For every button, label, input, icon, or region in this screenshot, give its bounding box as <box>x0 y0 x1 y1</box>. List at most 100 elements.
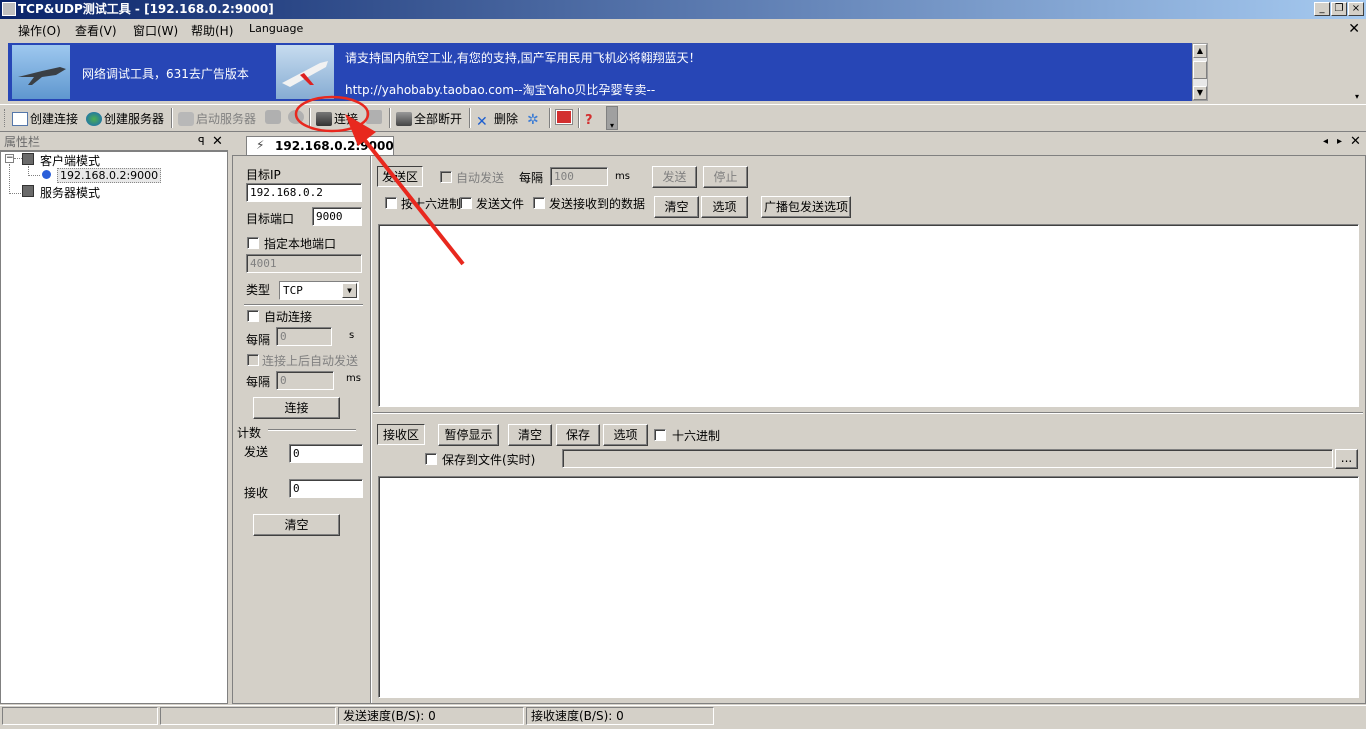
unit-ms-label: ms <box>346 373 361 384</box>
auto-send-interval-input[interactable]: 0 <box>276 371 334 390</box>
sidebar-title: 属性栏 <box>4 135 41 149</box>
ad-banner[interactable]: 网络调试工具，631去广告版本 请支持国内航空工业,有您的支持,国产军用民用飞机… <box>8 43 1196 101</box>
type-label: 类型 <box>246 283 271 297</box>
area-splitter[interactable] <box>373 412 1363 414</box>
delete-button[interactable]: ✕ 删除 <box>476 110 518 129</box>
recv-area-label: 接收区 <box>377 424 425 445</box>
status-segment <box>2 707 158 725</box>
tree-connection-item[interactable]: 192.168.0.2:9000 <box>57 168 162 183</box>
menu-window[interactable]: 窗口(W) <box>133 22 178 39</box>
menu-help[interactable]: 帮助(H) <box>191 22 233 39</box>
banner-expand-icon[interactable]: ▾ <box>1355 92 1359 101</box>
interval-label: 每隔 <box>246 333 271 347</box>
section-divider <box>244 304 363 306</box>
send-file-label: 发送文件 <box>476 197 525 211</box>
tree-line <box>9 193 21 194</box>
recv-textarea[interactable] <box>378 476 1359 698</box>
new-connection-icon <box>12 112 28 126</box>
auto-send-after-connect-label: 连接上后自动发送 <box>262 354 359 368</box>
recv-options-button[interactable]: 选项 <box>603 424 648 446</box>
annotation-arrow-line <box>358 132 465 266</box>
banner-scrollbar[interactable]: ▲ ▼ <box>1192 43 1208 101</box>
stop-server-button[interactable] <box>265 110 283 124</box>
recv-hex-label: 十六进制 <box>672 429 721 443</box>
menu-operate[interactable]: 操作(O) <box>18 22 61 39</box>
save-to-file-label: 保存到文件(实时) <box>442 453 536 467</box>
network-icon: ✲ <box>527 112 539 128</box>
menu-language[interactable]: Language <box>249 22 303 35</box>
scroll-down-icon[interactable]: ▼ <box>1193 86 1207 100</box>
reconnect-interval-input[interactable]: 0 <box>276 327 332 346</box>
menu-view[interactable]: 查看(V) <box>75 22 117 39</box>
recv-save-button[interactable]: 保存 <box>556 424 600 446</box>
stop-button[interactable]: 停止 <box>703 166 748 188</box>
connect-action-button[interactable]: 连接 <box>253 397 340 419</box>
start-server-button[interactable]: 启动服务器 <box>178 110 256 127</box>
mdi-close-icon[interactable]: ✕ <box>1348 21 1360 37</box>
title-bar: TCP&UDP测试工具 - [192.168.0.2:9000] <box>0 0 1366 19</box>
clear-count-button[interactable]: 清空 <box>253 514 340 536</box>
jet-image <box>12 45 70 99</box>
tab-close-icon[interactable]: ✕ <box>1350 134 1361 149</box>
close-button[interactable]: × <box>1348 2 1364 16</box>
recv-count-label: 接收 <box>244 486 269 500</box>
send-clear-button[interactable]: 清空 <box>654 196 699 218</box>
toolbar-grip[interactable] <box>4 109 7 127</box>
send-received-label: 发送接收到的数据 <box>549 197 646 211</box>
send-received-checkbox[interactable] <box>533 197 545 209</box>
network-button[interactable]: ✲ <box>527 110 545 127</box>
auto-connect-checkbox[interactable] <box>247 310 259 322</box>
create-server-button[interactable]: 创建服务器 <box>86 110 164 127</box>
tab-next-icon[interactable]: ▸ <box>1337 136 1342 147</box>
collapse-icon[interactable]: − <box>5 154 14 163</box>
power-button[interactable] <box>555 109 574 125</box>
recv-count-field: 0 <box>289 479 363 498</box>
send-options-button[interactable]: 选项 <box>701 196 748 218</box>
auto-send-after-connect-checkbox[interactable] <box>247 354 259 366</box>
count-divider <box>268 429 356 431</box>
server-icon <box>178 112 194 126</box>
sidebar-close-icon[interactable]: ✕ <box>212 134 223 149</box>
pin-icon[interactable]: ꟼ <box>198 135 205 148</box>
save-file-path-input[interactable] <box>562 449 1333 468</box>
send-button[interactable]: 发送 <box>652 166 697 188</box>
send-textarea[interactable] <box>378 224 1359 407</box>
tree-view[interactable] <box>0 151 228 704</box>
type-select[interactable]: TCP ▼ <box>279 281 359 300</box>
create-connection-button[interactable]: 创建连接 <box>12 110 78 127</box>
send-interval-input[interactable]: 100 <box>550 167 608 186</box>
tab-prev-icon[interactable]: ◂ <box>1323 136 1328 147</box>
tree-line <box>9 164 10 194</box>
recv-clear-button[interactable]: 清空 <box>508 424 552 446</box>
toolbar-overflow-icon[interactable]: ▾ <box>606 106 618 130</box>
save-to-file-checkbox[interactable] <box>425 453 437 465</box>
power-icon <box>555 109 573 125</box>
tab-plug-icon: ⚡ <box>256 138 265 152</box>
status-segment <box>160 707 336 725</box>
connection-status-icon <box>42 170 51 179</box>
scroll-up-icon[interactable]: ▲ <box>1193 44 1207 58</box>
broadcast-options-button[interactable]: 广播包发送选项 <box>761 196 851 218</box>
jet-icon <box>18 67 66 85</box>
pause-display-button[interactable]: 暂停显示 <box>438 424 499 446</box>
count-label: 计数 <box>237 426 262 440</box>
send-count-field: 0 <box>289 444 363 463</box>
tree-server-mode[interactable]: 服务器模式 <box>40 184 100 201</box>
scroll-thumb[interactable] <box>1193 61 1207 79</box>
restore-button[interactable]: ❐ <box>1331 2 1347 16</box>
browse-button[interactable]: ... <box>1335 449 1358 469</box>
tree-client-mode[interactable]: 客户端模式 <box>40 152 100 169</box>
send-count-label: 发送 <box>244 445 269 459</box>
target-ip-label: 目标IP <box>246 168 281 182</box>
help-button[interactable]: ? <box>585 110 603 128</box>
recv-hex-checkbox[interactable] <box>654 429 666 441</box>
minimize-button[interactable]: _ <box>1314 2 1330 16</box>
globe-icon <box>86 112 102 126</box>
local-port-checkbox[interactable] <box>247 237 259 249</box>
server-node-icon <box>22 185 34 197</box>
banner-left-text: 网络调试工具，631去广告版本 <box>82 67 249 81</box>
toolbar-separator <box>549 108 551 128</box>
unit-s-label: s <box>349 330 355 341</box>
tree-line <box>14 158 22 159</box>
send-speed-status: 发送速度(B/S): 0 <box>338 707 524 725</box>
